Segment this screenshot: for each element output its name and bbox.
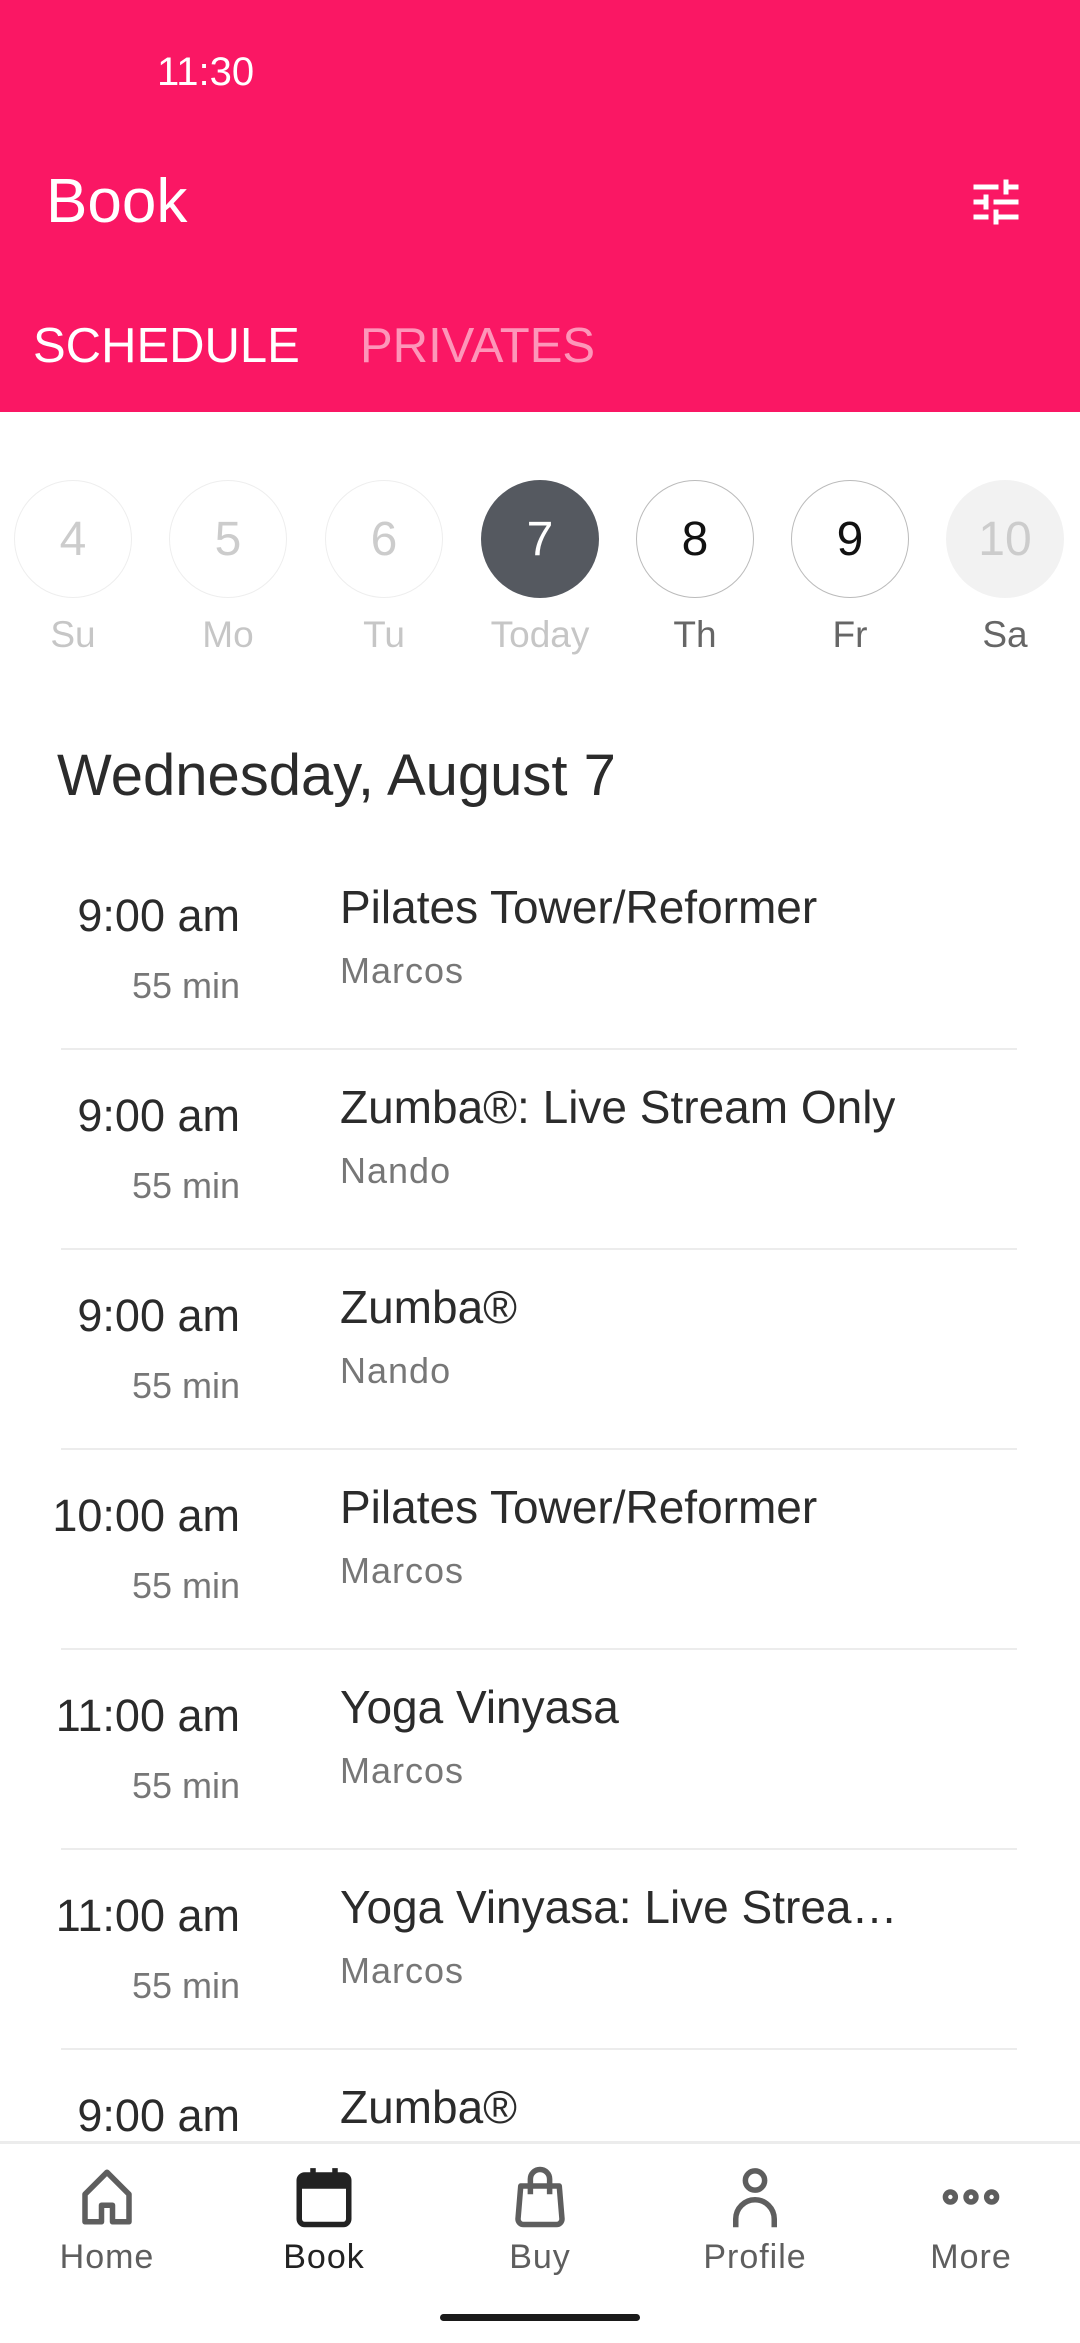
class-time: 9:00 am bbox=[77, 1090, 240, 1141]
class-row[interactable]: 10:00 am 55 min Pilates Tower/Reformer Marc… bbox=[0, 1450, 1080, 1650]
class-duration: 55 min bbox=[131, 1365, 240, 1406]
nav-label: Book bbox=[283, 2238, 365, 2276]
day-number: 9 bbox=[791, 480, 909, 598]
date-heading: Wednesday, August 7 bbox=[57, 743, 616, 808]
class-duration: 55 min bbox=[131, 1965, 240, 2006]
day-label: Sa bbox=[982, 614, 1028, 655]
day-th[interactable]: 8 Th bbox=[620, 480, 770, 656]
filter-button[interactable] bbox=[966, 172, 1026, 232]
app-header: 11:30 Book SCHEDULE PRIVATES bbox=[0, 0, 1080, 412]
nav-more[interactable]: More bbox=[871, 2164, 1071, 2277]
class-row[interactable]: 11:00 am 55 min Yoga Vinyasa: Live Strea… M… bbox=[0, 1850, 1080, 2050]
day-today[interactable]: 7 Today bbox=[465, 480, 615, 656]
bottom-nav: Home Book Buy Profile More bbox=[0, 2141, 1080, 2343]
class-row[interactable]: 9:00 am 55 min Pilates Tower/Reformer Marco… bbox=[0, 850, 1080, 1050]
class-instructor: Marcos bbox=[340, 1950, 465, 1991]
nav-profile[interactable]: Profile bbox=[655, 2164, 855, 2277]
nav-label: Home bbox=[59, 2238, 155, 2276]
class-duration: 55 min bbox=[131, 1165, 240, 1206]
class-name: Pilates Tower/Reformer bbox=[340, 881, 818, 933]
day-label: Today bbox=[490, 614, 590, 655]
class-name: Zumba® bbox=[340, 1281, 518, 1333]
class-instructor: Marcos bbox=[340, 1550, 465, 1591]
calendar-icon bbox=[296, 2168, 352, 2228]
person-icon bbox=[733, 2168, 777, 2228]
day-label: Mo bbox=[202, 614, 254, 655]
class-instructor: Marcos bbox=[340, 1750, 465, 1791]
class-time: 9:00 am bbox=[77, 890, 240, 941]
day-number: 8 bbox=[636, 480, 754, 598]
home-icon bbox=[82, 2169, 132, 2225]
tab-schedule[interactable]: SCHEDULE bbox=[33, 318, 300, 374]
day-number: 5 bbox=[169, 480, 287, 598]
class-name: Yoga Vinyasa: Live Strea… bbox=[340, 1881, 898, 1933]
day-sa[interactable]: 10 Sa bbox=[930, 480, 1080, 656]
nav-home[interactable]: Home bbox=[7, 2164, 207, 2277]
shopping-bag-icon bbox=[515, 2166, 565, 2228]
more-icon bbox=[942, 2189, 1000, 2205]
class-time: 11:00 am bbox=[55, 1890, 240, 1941]
day-mo[interactable]: 5 Mo bbox=[153, 480, 303, 656]
day-number: 7 bbox=[481, 480, 599, 598]
status-time: 11:30 bbox=[157, 50, 255, 94]
class-row[interactable]: 11:00 am 55 min Yoga Vinyasa Marcos bbox=[0, 1650, 1080, 1850]
class-row[interactable]: 9:00 am Zumba® bbox=[0, 2050, 1080, 2140]
class-row[interactable]: 9:00 am 55 min Zumba® Nando bbox=[0, 1250, 1080, 1450]
day-number: 10 bbox=[946, 480, 1064, 598]
class-name: Yoga Vinyasa bbox=[340, 1681, 619, 1733]
day-su[interactable]: 4 Su bbox=[0, 480, 148, 656]
day-label: Th bbox=[673, 614, 717, 655]
class-row[interactable]: 9:00 am 55 min Zumba®: Live Stream Only Nan… bbox=[0, 1050, 1080, 1250]
class-instructor: Nando bbox=[340, 1150, 452, 1191]
nav-book[interactable]: Book bbox=[224, 2164, 424, 2277]
nav-label: Profile bbox=[703, 2238, 807, 2276]
class-duration: 55 min bbox=[131, 1765, 240, 1806]
class-time: 9:00 am bbox=[77, 1290, 240, 1341]
class-duration: 55 min bbox=[131, 965, 240, 1006]
day-fr[interactable]: 9 Fr bbox=[775, 480, 925, 656]
day-number: 6 bbox=[325, 480, 443, 598]
class-name: Zumba®: Live Stream Only bbox=[340, 1081, 896, 1133]
class-duration: 55 min bbox=[131, 1565, 240, 1606]
class-instructor: Nando bbox=[340, 1350, 452, 1391]
class-instructor: Marcos bbox=[340, 950, 465, 991]
class-time: 11:00 am bbox=[55, 1690, 240, 1741]
class-time: 10:00 am bbox=[52, 1490, 240, 1541]
nav-buy[interactable]: Buy bbox=[440, 2164, 640, 2277]
page-title: Book bbox=[46, 167, 188, 236]
nav-label: More bbox=[930, 2238, 1012, 2276]
sliders-icon bbox=[973, 179, 1019, 225]
day-label: Su bbox=[50, 614, 96, 655]
day-label: Tu bbox=[363, 614, 405, 655]
day-tu[interactable]: 6 Tu bbox=[309, 480, 459, 656]
class-time: 9:00 am bbox=[77, 2090, 240, 2140]
day-number: 4 bbox=[14, 480, 132, 598]
nav-label: Buy bbox=[509, 2238, 571, 2276]
class-list[interactable]: 9:00 am 55 min Pilates Tower/Reformer Marco… bbox=[0, 850, 1080, 2140]
day-label: Fr bbox=[832, 614, 868, 655]
home-indicator[interactable] bbox=[440, 2314, 640, 2321]
tab-privates[interactable]: PRIVATES bbox=[360, 318, 595, 374]
class-name: Pilates Tower/Reformer bbox=[340, 1481, 818, 1533]
class-name: Zumba® bbox=[340, 2081, 518, 2133]
